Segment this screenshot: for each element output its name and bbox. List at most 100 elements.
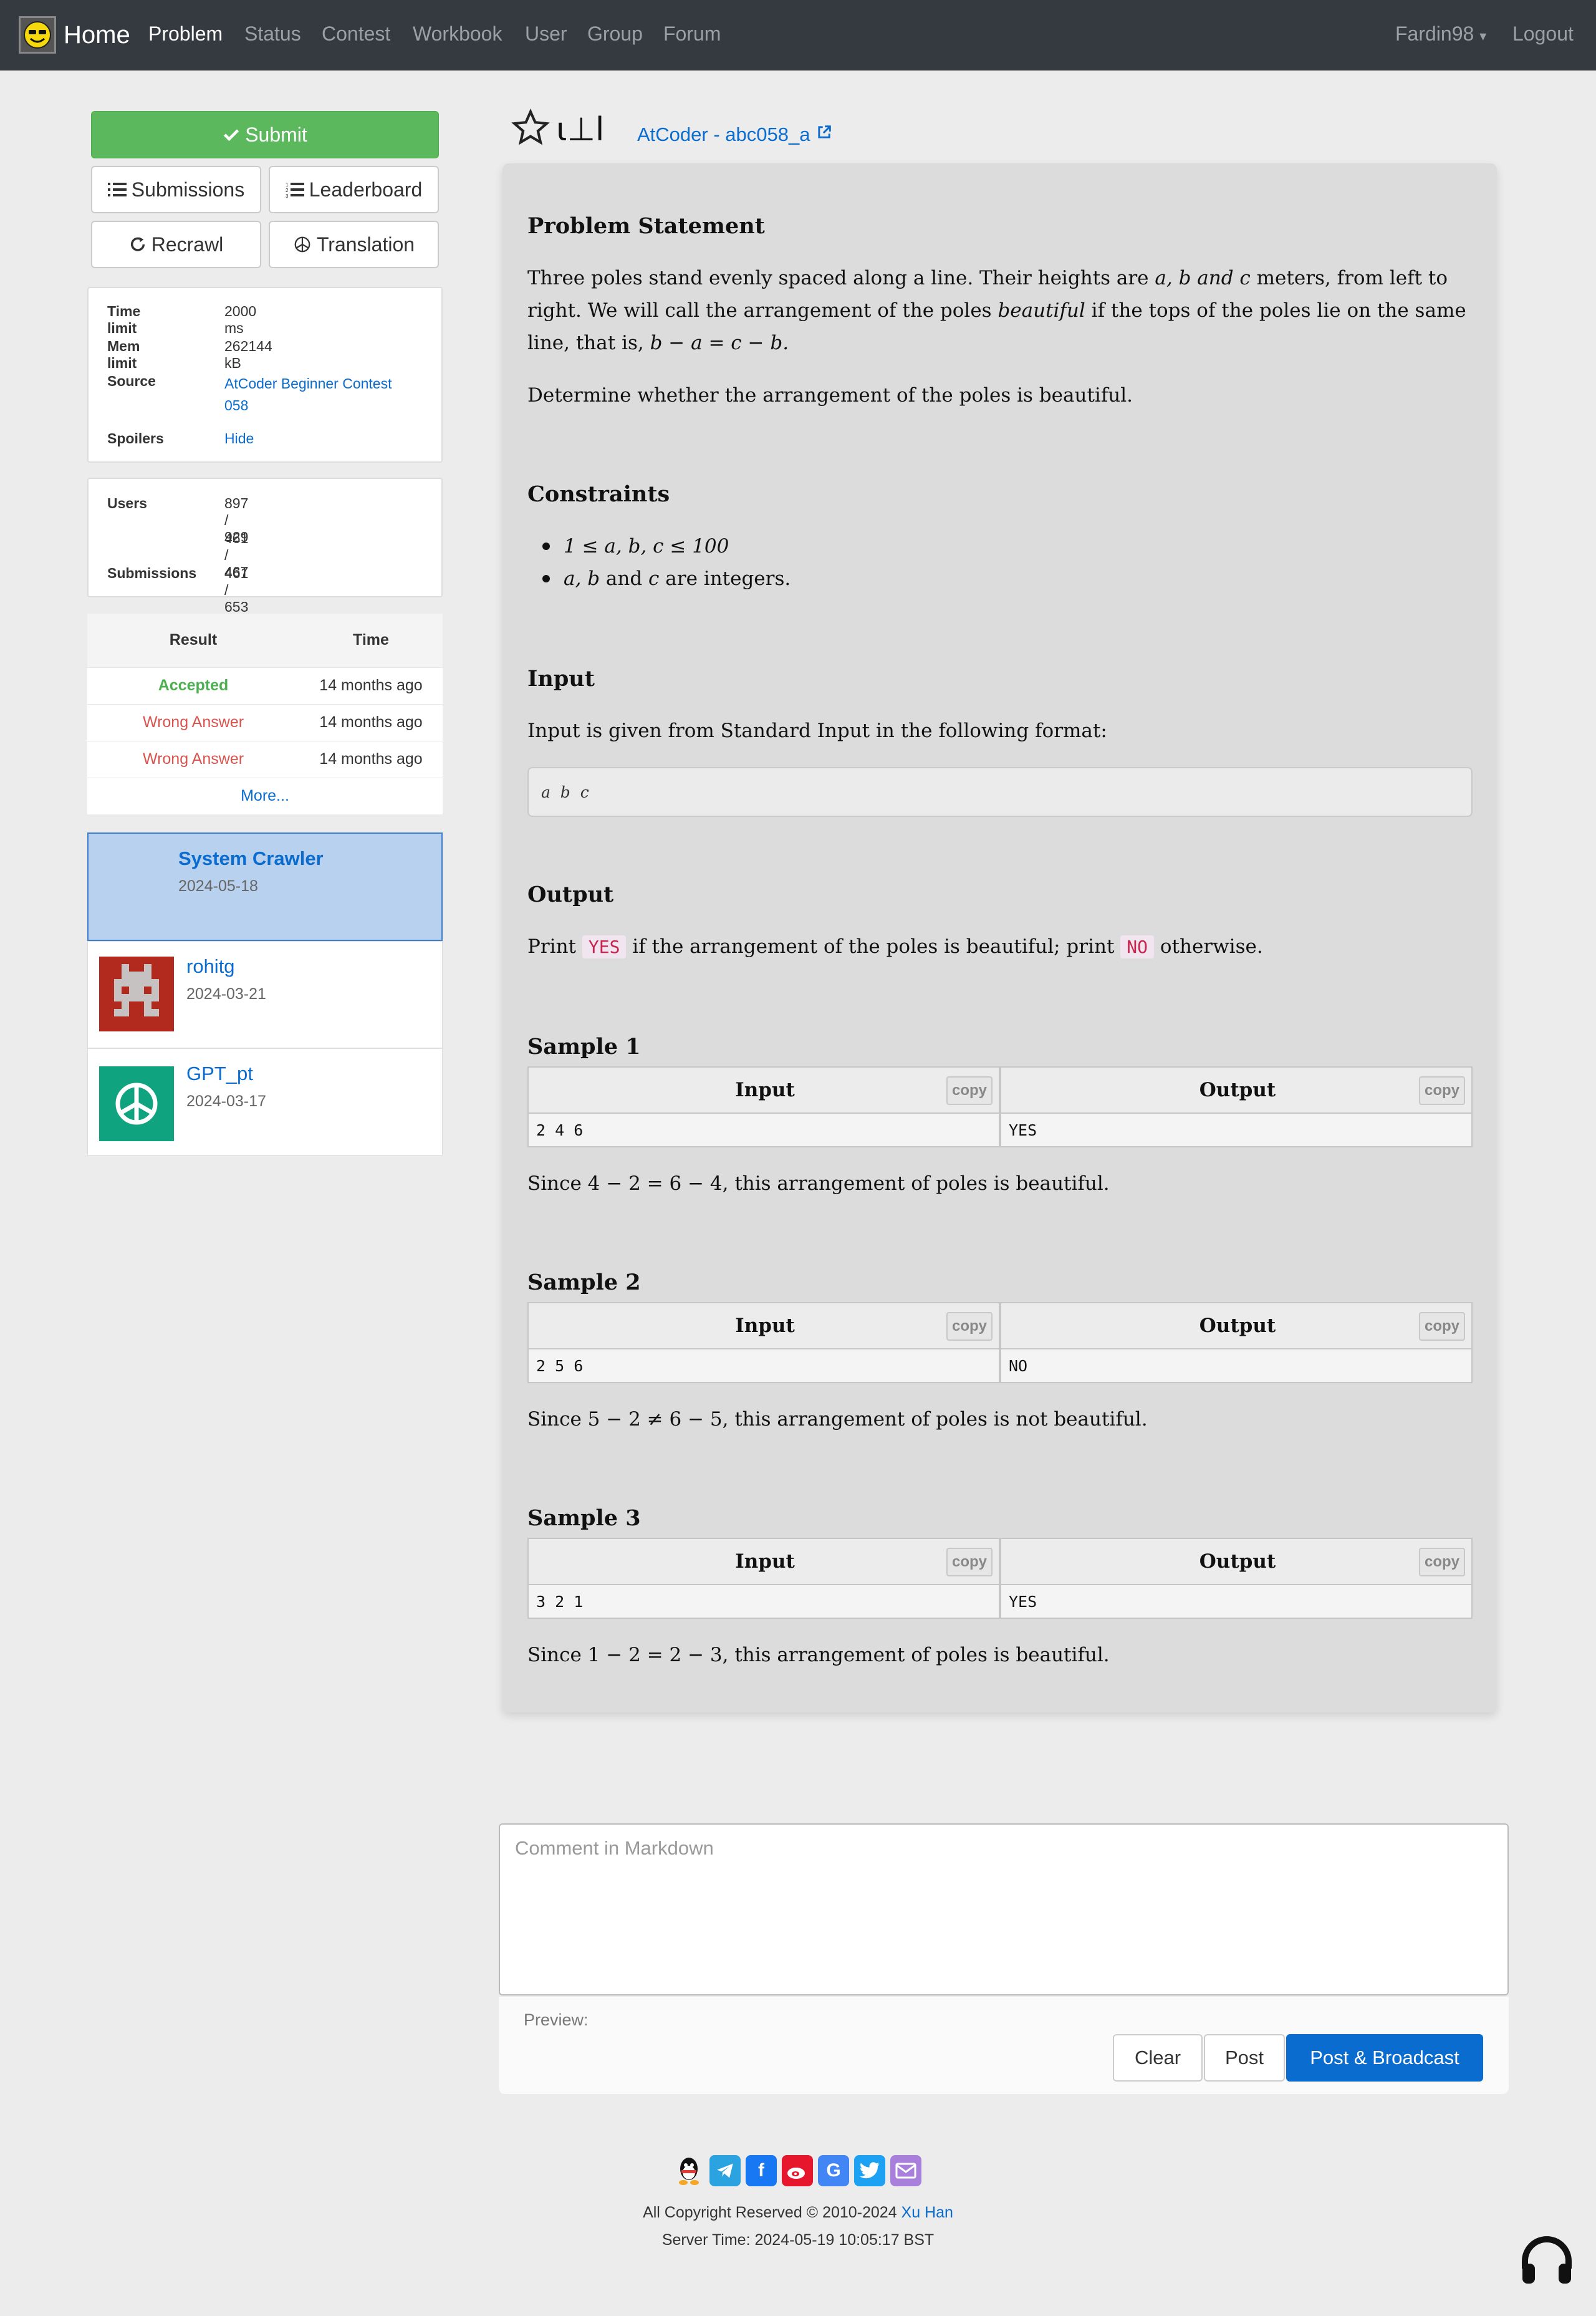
list-icon — [107, 181, 127, 198]
submit-button[interactable]: Submit — [91, 111, 439, 158]
section-title-output: Output — [527, 882, 614, 907]
translation-button[interactable]: Translation — [269, 221, 439, 268]
source-link[interactable]: AtCoder Beginner Contest 058 — [224, 373, 430, 417]
more-row: More... — [87, 778, 443, 814]
more-results-link[interactable]: More... — [87, 787, 443, 805]
submissions-button[interactable]: Submissions — [91, 166, 261, 213]
post-broadcast-button[interactable]: Post & Broadcast — [1286, 2034, 1483, 2082]
copy-input-button[interactable]: copy — [946, 1312, 993, 1341]
nav-contest[interactable]: Contest — [322, 22, 390, 46]
check-icon — [223, 126, 240, 143]
nav-user[interactable]: User — [525, 22, 567, 46]
output-yes-code: YES — [582, 935, 627, 958]
sample-input-header: Input copy — [527, 1538, 1000, 1585]
nav-problem[interactable]: Problem — [148, 22, 223, 46]
sample-input-value: 2 5 6 — [527, 1349, 1000, 1383]
google-icon[interactable]: G — [818, 2155, 849, 2186]
social-share-bar: f G — [673, 2155, 921, 2186]
constraint-math: c — [648, 567, 660, 590]
clear-button[interactable]: Clear — [1113, 2034, 1203, 2082]
nav-status[interactable]: Status — [244, 22, 301, 46]
sample-input-value: 2 4 6 — [527, 1114, 1000, 1147]
sample-output-value: NO — [1000, 1349, 1473, 1383]
solution-card-system-crawler[interactable]: System Crawler 2024-05-18 — [87, 832, 443, 941]
list-item: a, b and c are integers. — [527, 562, 791, 595]
nav-workbook[interactable]: Workbook — [413, 22, 502, 46]
copy-output-button[interactable]: copy — [1419, 1076, 1465, 1105]
input-format-box: a b c — [527, 767, 1473, 817]
headset-support-icon[interactable] — [1519, 2232, 1575, 2289]
logout-link[interactable]: Logout — [1512, 22, 1574, 46]
sample-title: Sample 3 — [527, 1505, 641, 1531]
recrawl-label: Recrawl — [151, 233, 224, 256]
spoilers-label: Spoilers — [107, 430, 164, 446]
smiley-logo-icon — [19, 16, 56, 54]
copy-input-button[interactable]: copy — [946, 1548, 993, 1576]
comment-preview-area: Preview: Clear Post Post & Broadcast — [499, 1997, 1509, 2094]
weibo-icon[interactable] — [782, 2155, 813, 2186]
statement-math: b − a = c − b. — [650, 332, 789, 354]
author-link[interactable]: Xu Han — [901, 2204, 953, 2221]
brand-home-link[interactable]: Home — [19, 16, 130, 54]
qq-icon[interactable] — [673, 2155, 704, 2186]
post-button[interactable]: Post — [1204, 2034, 1285, 2082]
source-link-line1: AtCoder Beginner Contest — [224, 375, 392, 392]
results-header: Result Time — [87, 614, 443, 667]
submissions-stat-value: 461 / 653 — [224, 565, 249, 615]
sample-note: Since 4 − 2 = 6 − 4, this arrangement of… — [527, 1172, 1110, 1195]
navbar: Home Problem Status Contest Workbook Use… — [0, 0, 1596, 70]
sample-table: Input copy Output copy 2 4 6 YES — [527, 1066, 1473, 1147]
nav-group[interactable]: Group — [587, 22, 643, 46]
telegram-icon[interactable] — [709, 2155, 741, 2186]
result-column-header: Result — [169, 631, 218, 649]
solution-date: 2024-05-18 — [178, 877, 258, 895]
facebook-icon[interactable]: f — [746, 2155, 777, 2186]
copyright-text: All Copyright Reserved © 2010-2024 — [643, 2204, 901, 2221]
comment-textarea[interactable]: Comment in Markdown — [499, 1823, 1509, 1995]
star-favorite-icon[interactable] — [511, 109, 550, 150]
users-label: Users — [107, 495, 147, 511]
table-row[interactable]: Wrong Answer 14 months ago — [87, 741, 443, 778]
problem-source-link[interactable]: AtCoder - abc058_a — [637, 123, 833, 146]
solution-card-rohitg[interactable]: rohitg 2024-03-21 — [87, 941, 443, 1048]
solution-card-gpt-pt[interactable]: GPT_pt 2024-03-17 — [87, 1048, 443, 1156]
openai-icon — [293, 235, 312, 254]
table-row[interactable]: Wrong Answer 14 months ago — [87, 704, 443, 741]
avatar — [99, 957, 174, 1031]
sample-output-label: Output — [1199, 1315, 1276, 1337]
sample-input-value: 3 2 1 — [527, 1585, 1000, 1619]
result-time: 14 months ago — [319, 750, 423, 768]
user-menu-dropdown[interactable]: Fardin98 ▾ — [1395, 22, 1486, 46]
nav-forum[interactable]: Forum — [663, 22, 721, 46]
copy-output-button[interactable]: copy — [1419, 1548, 1465, 1576]
sample-note: Since 5 − 2 ≠ 6 − 5, this arrangement of… — [527, 1408, 1148, 1431]
external-link-icon — [815, 123, 833, 145]
time-limit-value: 2000 ms — [224, 303, 257, 336]
constraint-text: 1 ≤ a, b, c ≤ 100 — [564, 535, 729, 557]
problem-source-text: AtCoder - abc058_a — [637, 123, 810, 145]
spoilers-toggle[interactable]: Hide — [224, 430, 254, 447]
sample-output-label: Output — [1199, 1550, 1276, 1573]
copy-input-button[interactable]: copy — [946, 1076, 993, 1105]
email-icon[interactable] — [890, 2155, 921, 2186]
time-limit-label: Time limit — [107, 303, 141, 336]
refresh-icon — [129, 236, 147, 253]
recrawl-button[interactable]: Recrawl — [91, 221, 261, 268]
table-row[interactable]: Accepted 14 months ago — [87, 667, 443, 704]
brand-text: Home — [64, 21, 130, 49]
section-title-input: Input — [527, 666, 595, 692]
sample-title: Sample 1 — [527, 1034, 641, 1059]
openai-avatar-icon — [99, 1066, 174, 1141]
statement-paragraph: Three poles stand evenly spaced along a … — [527, 262, 1475, 359]
sample-output-header: Output copy — [1000, 1302, 1473, 1349]
constraints-list: 1 ≤ a, b, c ≤ 100 a, b and c are integer… — [527, 530, 791, 595]
sample-table: Input copy Output copy 2 5 6 NO — [527, 1302, 1473, 1383]
leaderboard-button[interactable]: 123 Leaderboard — [269, 166, 439, 213]
server-time: Server Time: 2024-05-19 10:05:17 BST — [661, 2231, 935, 2249]
ordered-list-icon: 123 — [286, 181, 304, 198]
solution-author: rohitg — [186, 955, 235, 977]
leaderboard-label: Leaderboard — [309, 178, 423, 201]
twitter-icon[interactable] — [854, 2155, 885, 2186]
copy-output-button[interactable]: copy — [1419, 1312, 1465, 1341]
svg-text:2: 2 — [286, 188, 289, 193]
